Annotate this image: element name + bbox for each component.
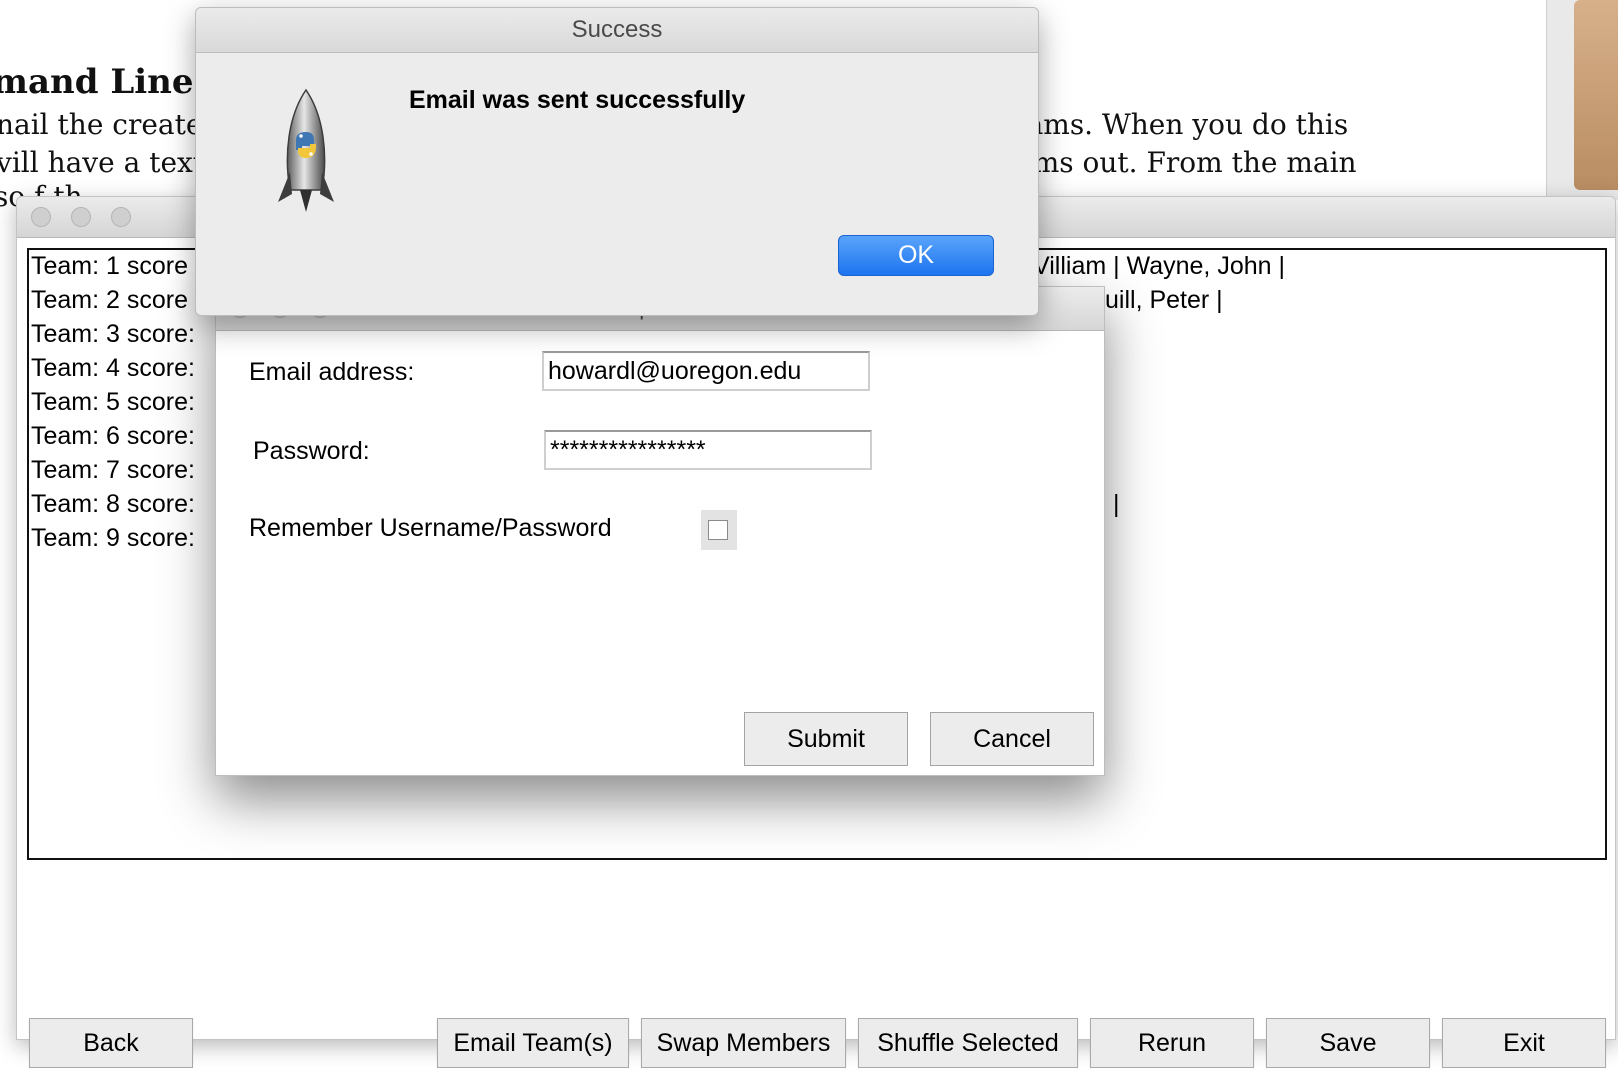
password-field[interactable]: **************** — [544, 430, 872, 470]
minimize-window-button[interactable] — [71, 207, 91, 227]
team-row-members: uill, Peter | — [1105, 286, 1223, 314]
document-heading: mand Line — [0, 62, 194, 102]
team-row-members: | — [1113, 490, 1120, 518]
swap-members-button[interactable]: Swap Members — [641, 1018, 846, 1068]
python-launcher-rocket-icon — [274, 86, 338, 216]
team-row-members: Villiam | Wayne, John | — [1033, 252, 1285, 280]
document-line: nail the created — [0, 108, 221, 141]
zoom-window-button[interactable] — [111, 207, 131, 227]
password-label: Password: — [253, 437, 370, 465]
team-row[interactable]: Team: 1 score — [31, 252, 188, 281]
success-alert: Success Email was sent successfully OK — [195, 7, 1039, 316]
email-address-label: Email address: — [249, 358, 415, 386]
email-address-field[interactable]: howardl@uoregon.edu — [542, 351, 870, 391]
cancel-button[interactable]: Cancel — [930, 712, 1094, 766]
team-row[interactable]: Team: 3 score: — [31, 320, 195, 349]
team-row[interactable]: Team: 9 score: — [31, 524, 195, 553]
rerun-button[interactable]: Rerun — [1090, 1018, 1254, 1068]
team-row[interactable]: Team: 2 score — [31, 286, 188, 315]
submit-button[interactable]: Submit — [744, 712, 908, 766]
alert-message: Email was sent successfully — [409, 86, 746, 114]
close-window-button[interactable] — [31, 207, 51, 227]
exit-button[interactable]: Exit — [1442, 1018, 1606, 1068]
remember-credentials-checkbox[interactable] — [708, 520, 728, 540]
document-line: ams out. From the main — [1016, 146, 1357, 179]
back-button[interactable]: Back — [29, 1018, 193, 1068]
ok-button[interactable]: OK — [838, 235, 994, 276]
team-row[interactable]: Team: 4 score: — [31, 354, 195, 383]
alert-title: Success — [571, 16, 663, 43]
team-row[interactable]: Team: 7 score: — [31, 456, 195, 485]
document-line: eams. When you do this — [1010, 108, 1349, 141]
document-line: vill have a text — [0, 146, 205, 179]
remember-credentials-checkbox-area[interactable] — [701, 510, 737, 550]
options-dialog: Options Email address: howardl@uoregon.e… — [215, 286, 1105, 776]
shuffle-selected-button[interactable]: Shuffle Selected — [858, 1018, 1078, 1068]
team-row[interactable]: Team: 8 score: — [31, 490, 195, 519]
team-row[interactable]: Team: 5 score: — [31, 388, 195, 417]
team-row[interactable]: Team: 6 score: — [31, 422, 195, 451]
desktop-app-icon — [1574, 0, 1618, 190]
alert-titlebar[interactable]: Success — [196, 8, 1038, 53]
email-teams-button[interactable]: Email Team(s) — [437, 1018, 629, 1068]
remember-credentials-label: Remember Username/Password — [249, 514, 612, 542]
save-button[interactable]: Save — [1266, 1018, 1430, 1068]
